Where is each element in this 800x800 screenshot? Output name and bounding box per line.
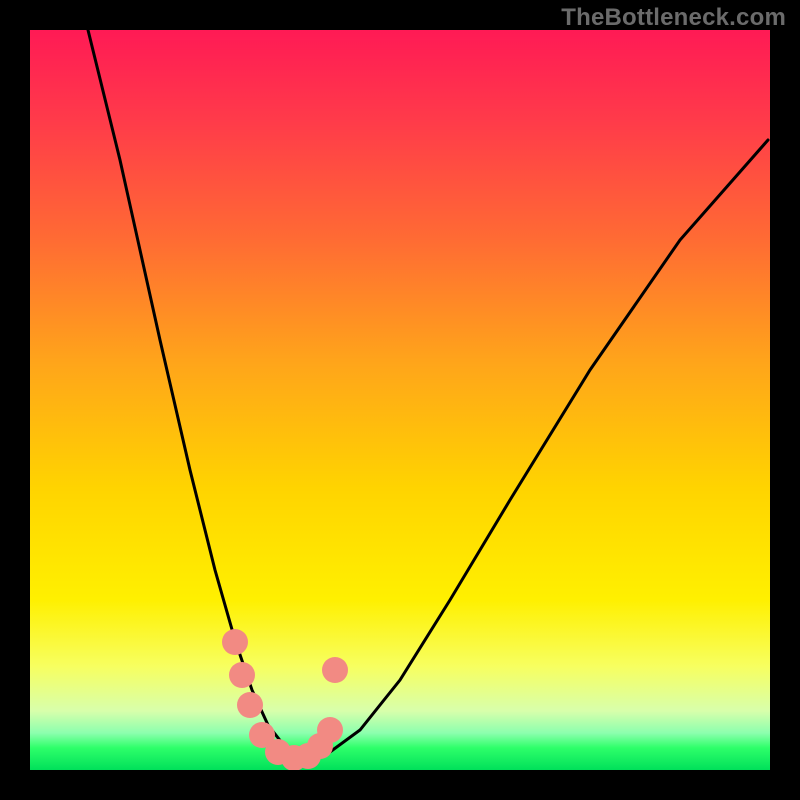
- highlight-dots: [222, 629, 348, 770]
- v-curve-line: [88, 30, 768, 758]
- highlight-dot: [229, 662, 255, 688]
- highlight-dot: [222, 629, 248, 655]
- attribution-text: TheBottleneck.com: [561, 4, 786, 32]
- highlight-dot: [317, 717, 343, 743]
- highlight-dot: [322, 657, 348, 683]
- plot-area: [30, 30, 770, 770]
- curve-svg: [30, 30, 770, 770]
- chart-frame: TheBottleneck.com: [0, 0, 800, 800]
- highlight-dot: [237, 692, 263, 718]
